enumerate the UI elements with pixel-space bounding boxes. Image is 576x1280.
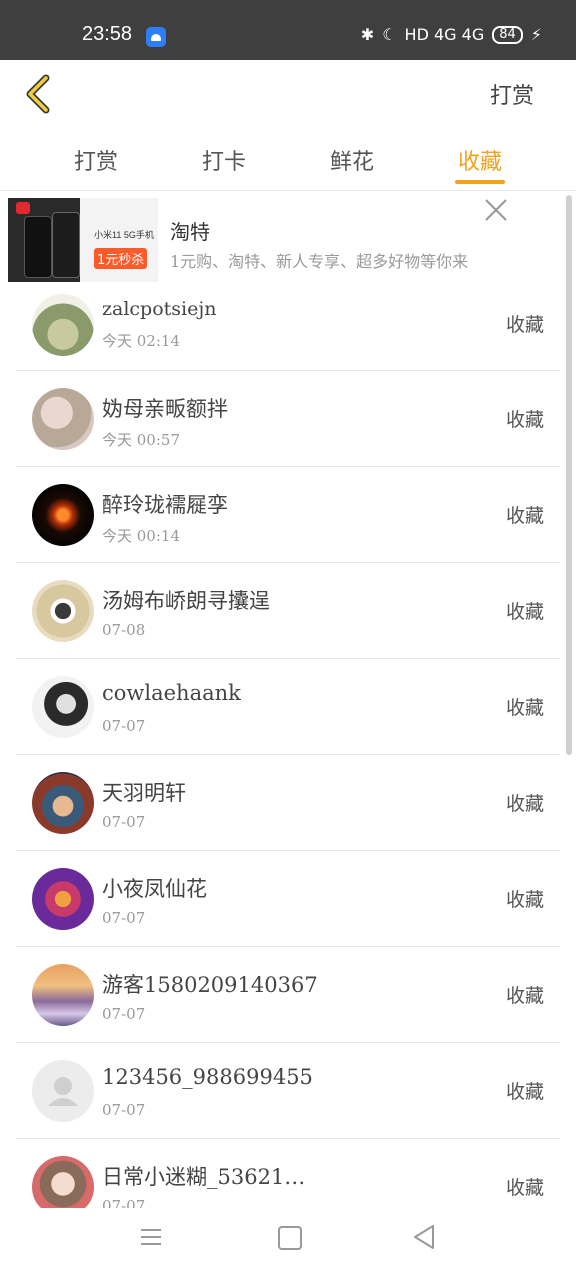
avatar[interactable] (32, 1060, 94, 1122)
back-triangle-icon[interactable] (412, 1224, 436, 1250)
list-item[interactable]: cowlaehaank 07-07 收藏 (16, 659, 560, 755)
avatar[interactable] (32, 388, 94, 450)
action-label: 收藏 (505, 1177, 544, 1199)
ad-title[interactable]: 淘特 (170, 216, 210, 245)
list-item[interactable]: 汤姆布峤朗寻攮逞 07-08 收藏 (16, 563, 560, 659)
status-bar: 23:58 ✱ ☾ HD 4G 4G 84 ⚡ (0, 0, 576, 60)
status-time: 23:58 (82, 23, 133, 45)
phone-image (24, 216, 52, 278)
action-label: 收藏 (505, 889, 544, 911)
app-notification-icon (146, 27, 166, 47)
menu-icon[interactable] (140, 1228, 162, 1246)
item-time: 07-07 (102, 909, 146, 927)
chevron-left-icon[interactable] (22, 72, 62, 116)
active-tab-indicator (455, 180, 505, 184)
ad-image-promo-text: 1元秒杀 (94, 248, 148, 269)
item-time: 今天 00:57 (102, 431, 180, 449)
ad-image-model-text: 小米11 5G手机 (94, 230, 154, 240)
list-item[interactable]: 游客1580209140367 07-07 收藏 (16, 947, 560, 1043)
moon-icon: ☾ (382, 25, 397, 44)
charging-icon: ⚡ (530, 25, 542, 44)
user-name: 小夜凤仙花 (102, 877, 207, 901)
home-icon[interactable] (278, 1226, 302, 1250)
default-user-icon (48, 1077, 78, 1106)
list-item[interactable]: 醉玲珑襦屣孪 今天 00:14 收藏 (16, 467, 560, 563)
avatar[interactable] (32, 294, 94, 356)
close-icon[interactable] (482, 196, 510, 224)
avatar[interactable] (32, 580, 94, 642)
avatar[interactable] (32, 868, 94, 930)
action-label: 收藏 (505, 697, 544, 719)
action-label: 收藏 (505, 601, 544, 623)
list-item[interactable]: 123456_988699455 07-07 收藏 (16, 1043, 560, 1139)
action-label: 收藏 (505, 985, 544, 1007)
tab-flowers[interactable]: 鲜花 (312, 144, 392, 176)
battery-icon: 84 (492, 25, 523, 44)
user-name: 天羽明轩 (102, 781, 186, 805)
user-name: cowlaehaank (102, 681, 241, 705)
scrollbar[interactable] (566, 195, 572, 755)
action-label: 收藏 (505, 314, 544, 336)
status-indicators: ✱ ☾ HD 4G 4G 84 ⚡ (361, 25, 542, 44)
network-indicators: HD 4G 4G (404, 25, 485, 44)
ad-subtitle: 1元购、淘特、新人专享、超多好物等你来 (170, 252, 469, 271)
user-name: 日常小迷糊_53621… (102, 1165, 306, 1189)
tab-reward[interactable]: 打赏 (56, 144, 136, 176)
item-time: 07-07 (102, 1005, 146, 1023)
item-time: 今天 00:14 (102, 527, 180, 545)
avatar[interactable] (32, 676, 94, 738)
user-name: 醉玲珑襦屣孪 (102, 493, 228, 517)
list-item[interactable]: 妫母亲畈额拌 今天 00:57 收藏 (16, 371, 560, 467)
header-reward-button[interactable]: 打赏 (490, 78, 534, 110)
favorites-list: zalcpotsiejn 今天 02:14 收藏 妫母亲畈额拌 今天 00:57… (0, 290, 560, 1234)
action-label: 收藏 (505, 793, 544, 815)
tab-bar: 打赏 打卡 鲜花 收藏 (0, 138, 576, 191)
user-name: zalcpotsiejn (102, 298, 217, 320)
user-name: 123456_988699455 (102, 1065, 313, 1089)
item-time: 07-07 (102, 1101, 146, 1119)
item-time: 07-07 (102, 717, 146, 735)
avatar[interactable] (32, 772, 94, 834)
item-time: 07-07 (102, 813, 146, 831)
item-time: 07-08 (102, 621, 146, 639)
ad-banner[interactable]: 小米11 5G手机 1元秒杀 (0, 192, 560, 290)
ad-image[interactable]: 小米11 5G手机 1元秒杀 (8, 198, 158, 282)
list-item[interactable]: 小夜凤仙花 07-07 收藏 (16, 851, 560, 947)
user-name: 汤姆布峤朗寻攮逞 (102, 589, 270, 613)
ad-logo (16, 202, 30, 214)
action-label: 收藏 (505, 409, 544, 431)
tab-favorites[interactable]: 收藏 (440, 144, 520, 176)
avatar[interactable] (32, 484, 94, 546)
tab-checkin[interactable]: 打卡 (184, 144, 264, 176)
bluetooth-icon: ✱ (360, 25, 375, 44)
avatar[interactable] (32, 964, 94, 1026)
action-label: 收藏 (505, 505, 544, 527)
user-name: 游客1580209140367 (102, 973, 318, 997)
action-label: 收藏 (505, 1081, 544, 1103)
item-time: 今天 02:14 (102, 332, 180, 350)
user-name: 妫母亲畈额拌 (102, 397, 228, 421)
list-item[interactable]: zalcpotsiejn 今天 02:14 收藏 (16, 290, 560, 371)
phone-image (52, 212, 80, 278)
list-item[interactable]: 天羽明轩 07-07 收藏 (16, 755, 560, 851)
